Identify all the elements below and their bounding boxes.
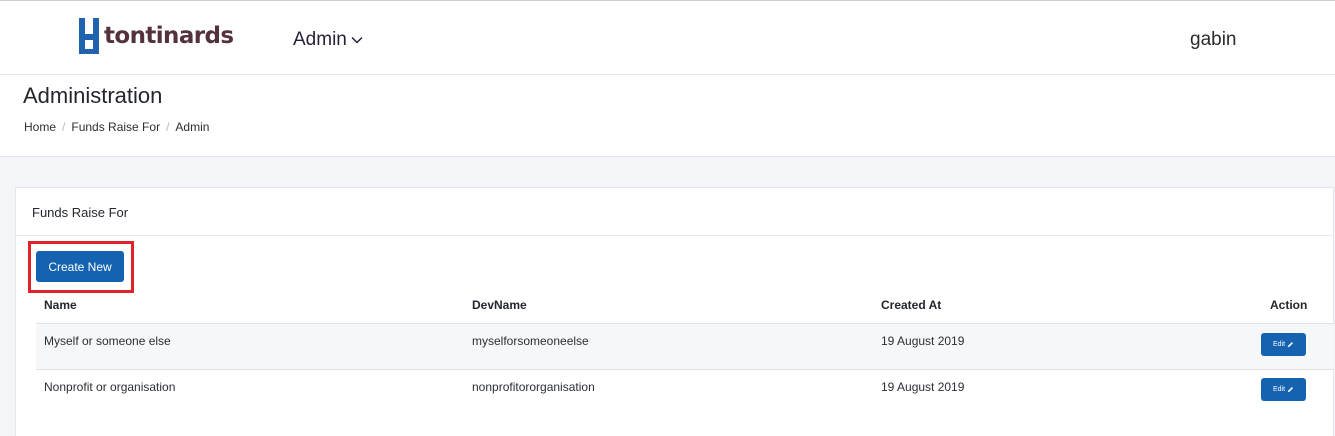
- table-divider: [36, 369, 1334, 370]
- create-new-button[interactable]: Create New: [36, 251, 124, 282]
- admin-menu[interactable]: Admin: [293, 29, 363, 51]
- brand-logo[interactable]: tontinards: [79, 17, 234, 55]
- row-1-name: Myself or someone else: [44, 334, 171, 348]
- row-2-created-at: 19 August 2019: [881, 380, 965, 394]
- funds-raise-for-card: Funds Raise For: [15, 187, 1334, 436]
- breadcrumb-separator: /: [166, 120, 170, 134]
- row-1-created-at: 19 August 2019: [881, 334, 965, 348]
- breadcrumb-current: Admin: [175, 120, 210, 134]
- row-2-devname: nonprofitororganisation: [472, 380, 595, 394]
- page-header: Administration Home / Funds Raise For / …: [0, 75, 1335, 157]
- logo-icon: [79, 18, 99, 54]
- row-1-devname: myselforsomeoneelse: [472, 334, 589, 348]
- pencil-icon: [1287, 386, 1294, 393]
- column-header-created-at: Created At: [881, 298, 942, 312]
- page-title: Administration: [23, 83, 163, 108]
- pencil-icon: [1287, 341, 1294, 348]
- column-header-action: Action: [1270, 298, 1308, 312]
- row-1-edit-button[interactable]: Edit: [1261, 333, 1306, 356]
- row-2-name: Nonprofit or organisation: [44, 380, 176, 394]
- chevron-down-icon: [351, 36, 363, 44]
- breadcrumb: Home / Funds Raise For / Admin: [24, 120, 209, 134]
- breadcrumb-separator: /: [62, 120, 66, 134]
- breadcrumb-home[interactable]: Home: [24, 120, 56, 134]
- card-title: Funds Raise For: [16, 188, 1333, 236]
- row-2-edit-label: Edit: [1272, 386, 1286, 393]
- admin-menu-label: Admin: [293, 29, 347, 50]
- row-2-edit-button[interactable]: Edit: [1261, 378, 1306, 401]
- row-1-edit-label: Edit: [1272, 341, 1286, 348]
- top-navbar: tontinards Admin gabin: [0, 0, 1335, 75]
- column-header-devname: DevName: [472, 298, 527, 312]
- brand-name: tontinards: [104, 23, 234, 49]
- user-menu[interactable]: gabin: [1190, 29, 1237, 51]
- breadcrumb-funds-raise-for[interactable]: Funds Raise For: [71, 120, 160, 134]
- table-row: [36, 324, 1334, 369]
- column-header-name: Name: [44, 298, 77, 312]
